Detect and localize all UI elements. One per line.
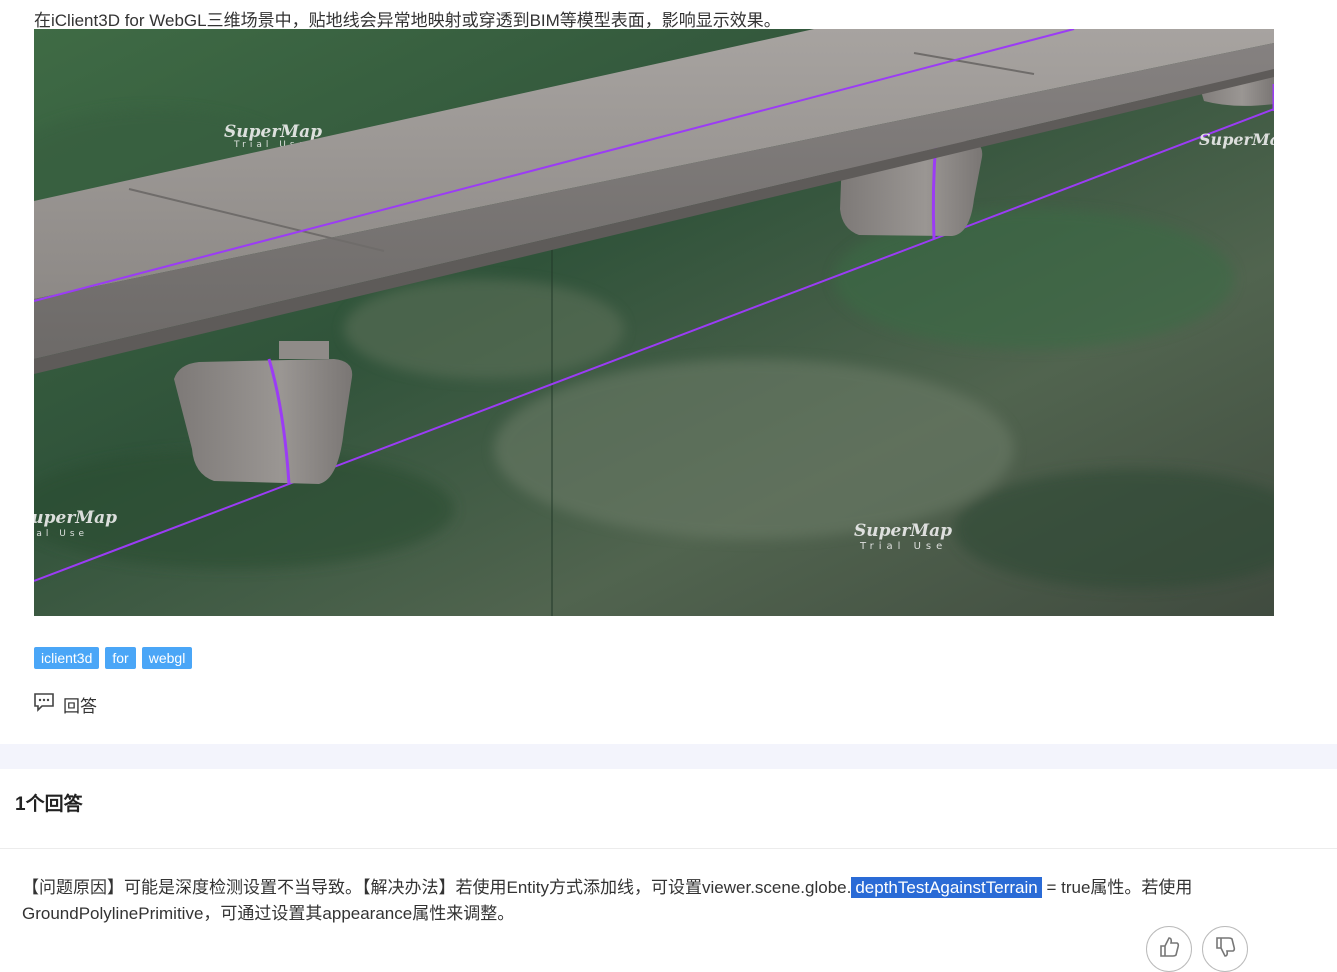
section-separator bbox=[0, 744, 1337, 769]
thumbs-up-icon bbox=[1157, 935, 1181, 964]
scene-canvas: SuperMap Trial Use SuperMap Trial Use Su… bbox=[34, 29, 1274, 616]
watermark-supermap-3: SuperMap bbox=[854, 521, 952, 541]
tag-for[interactable]: for bbox=[105, 647, 136, 669]
tag-list: iclient3d for webgl bbox=[34, 647, 193, 669]
tag-iclient3d[interactable]: iclient3d bbox=[34, 647, 100, 669]
watermark-supermap-4: SuperMap bbox=[1199, 130, 1274, 149]
downvote-button[interactable] bbox=[1202, 926, 1248, 972]
answer-text: 【问题原因】可能是深度检测设置不当导致。【解决办法】若使用Entity方式添加线… bbox=[22, 875, 1262, 927]
thumbs-down-icon bbox=[1213, 935, 1237, 964]
answer-button[interactable]: 回答 bbox=[33, 692, 97, 717]
divider bbox=[0, 848, 1337, 849]
tag-webgl[interactable]: webgl bbox=[141, 647, 193, 669]
question-image-3d-scene: SuperMap Trial Use SuperMap Trial Use Su… bbox=[34, 29, 1274, 616]
answer-highlight-text: depthTestAgainstTerrain bbox=[851, 877, 1042, 898]
watermark-trial-2: Trial Use bbox=[34, 529, 88, 539]
upvote-button[interactable] bbox=[1146, 926, 1192, 972]
question-text: 在iClient3D for WebGL三维场景中，贴地线会异常地映射或穿透到B… bbox=[34, 11, 781, 30]
answer-text-part: 【问题原因】可能是深度检测设置不当导致。【解决办法】若使用Entity方式添加线… bbox=[22, 878, 852, 897]
watermark-supermap-2: SuperMap bbox=[34, 508, 117, 528]
watermark-supermap-1: SuperMap bbox=[224, 122, 322, 142]
answer-button-label: 回答 bbox=[63, 697, 97, 716]
comment-icon bbox=[33, 692, 55, 717]
watermark-trial-3: Trial Use bbox=[859, 541, 947, 552]
answers-count-heading: 1个回答 bbox=[15, 794, 83, 815]
